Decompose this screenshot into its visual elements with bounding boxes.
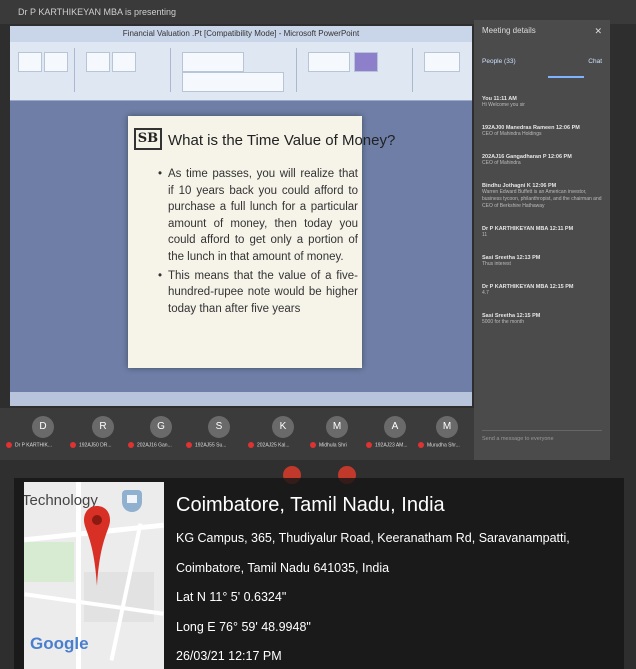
chat-text: 4.7: [482, 290, 489, 296]
ribbon-group-slides: [80, 48, 171, 92]
timestamp: 26/03/21 12:17 PM: [176, 649, 282, 664]
ppt-ribbon: [10, 42, 472, 101]
participant-avatar[interactable]: M: [436, 416, 458, 438]
mic-off-icon: [70, 442, 76, 448]
shapes-gallery[interactable]: [308, 52, 350, 72]
participant-label: 192AJ50 DR...: [70, 442, 112, 448]
participant-avatar[interactable]: M: [326, 416, 348, 438]
chat-list: You 11:11 AM Hi Welcome you sir 192AJ00 M…: [482, 96, 602, 342]
participant-label: 202AJ25 Kal...: [248, 442, 290, 448]
chat-input[interactable]: Send a message to everyone: [482, 430, 602, 447]
mic-off-icon: [310, 442, 316, 448]
participant-avatar[interactable]: G: [150, 416, 172, 438]
mic-off-icon: [366, 442, 372, 448]
photo-frame: Dr P KARTHIKEYAN MBA is presenting Finan…: [0, 0, 636, 669]
tab-people[interactable]: People (33): [482, 58, 516, 74]
chat-text: Warren Edward Buffett is an American inv…: [482, 189, 602, 209]
participant-label: Midhula Shri: [310, 442, 347, 448]
ribbon-group-editing: [418, 48, 468, 92]
participant-avatar[interactable]: K: [272, 416, 294, 438]
font-select[interactable]: [182, 52, 244, 72]
slide-title: What is the Time Value of Money?: [168, 132, 396, 149]
window-title: Dr P KARTHIKEYAN MBA is presenting: [18, 7, 177, 17]
university-icon: [122, 490, 142, 512]
chat-text: Thus interest: [482, 261, 511, 267]
mic-off-icon: [418, 442, 424, 448]
address-line-2: Coimbatore, Tamil Nadu 641035, India: [176, 560, 390, 575]
panel-tabs: People (33) Chat: [482, 58, 602, 74]
participant-avatar[interactable]: A: [384, 416, 406, 438]
chat-message: Sasi Sreetha 12:15 PM 5000 for the month: [482, 313, 602, 326]
participant-label: Murudha Shr...: [418, 442, 460, 448]
participant-avatar[interactable]: D: [32, 416, 54, 438]
slide-logo: SB: [134, 128, 162, 150]
slide: SB What is the Time Value of Money? As t…: [128, 116, 395, 368]
chat-message: 192AJ00 Manedras Rameen 12:06 PM CEO of M…: [482, 125, 602, 138]
mic-off-icon: [128, 442, 134, 448]
google-logo: Google: [30, 634, 89, 653]
layout-button[interactable]: [112, 52, 136, 72]
latitude: Lat N 11° 5' 0.6324": [176, 590, 287, 605]
mic-off-icon: [248, 442, 254, 448]
quick-styles-button[interactable]: [354, 52, 378, 72]
participant-label: Dr P KARTHIK...: [6, 442, 52, 448]
mic-off-icon: [186, 442, 192, 448]
participant-avatar[interactable]: S: [208, 416, 230, 438]
participant-strip: D Dr P KARTHIK... R 192AJ50 DR... G 202A…: [0, 408, 474, 460]
ribbon-group-clipboard: [14, 48, 75, 92]
geotag-overlay: Technology Google Coimbatore, Tamil Nadu…: [14, 478, 624, 669]
chat-text: 11: [482, 232, 488, 238]
paste-button[interactable]: [18, 52, 42, 72]
chat-message: Dr P KARTHIKEYAN MBA 12:11 PM 11: [482, 226, 602, 239]
location-city: Coimbatore, Tamil Nadu, India: [176, 494, 445, 516]
cut-button[interactable]: [44, 52, 68, 72]
chat-text: 5000 for the month: [482, 319, 524, 325]
chat-message: Sasi Sreetha 12:13 PM Thus interest: [482, 255, 602, 268]
close-icon[interactable]: ✕: [594, 26, 602, 37]
tab-chat[interactable]: Chat: [588, 58, 602, 74]
slide-bullets: As time passes, you will realize that if…: [158, 166, 358, 319]
longitude: Long E 76° 59' 48.9948": [176, 619, 311, 634]
mic-off-icon: [6, 442, 12, 448]
find-button[interactable]: [424, 52, 460, 72]
participant-label: 192AJ23 AM...: [366, 442, 408, 448]
chat-text: CEO of Mahindra Holdings: [482, 131, 542, 137]
address-line-1: KG Campus, 365, Thudiyalur Road, Keerana…: [176, 531, 570, 545]
ppt-title-bar: Financial Valuation .Pt [Compatibility M…: [10, 26, 472, 42]
participant-label: 192AJ55 Su...: [186, 442, 226, 448]
ribbon-group-drawing: [302, 48, 413, 92]
participant-avatar[interactable]: R: [92, 416, 114, 438]
active-tab-indicator: [548, 76, 584, 78]
slide-bullet: As time passes, you will realize that if…: [158, 166, 358, 266]
participant-label: 202AJ16 Gan...: [128, 442, 172, 448]
map-park: [24, 542, 74, 582]
geotag-text: Coimbatore, Tamil Nadu, India KG Campus,…: [176, 494, 570, 669]
chat-text: CEO of Mahindra: [482, 160, 521, 166]
panel-title: Meeting details: [482, 26, 536, 35]
chat-text: Hi Welcome you sir: [482, 102, 525, 108]
location-map: Technology Google: [24, 482, 164, 669]
ribbon-group-font: [176, 48, 297, 92]
chat-message: You 11:11 AM Hi Welcome you sir: [482, 96, 602, 109]
ppt-status-bar: [10, 392, 472, 406]
chat-message: 202AJ16 Gangadharan P 12:06 PM CEO of Mah…: [482, 154, 602, 167]
slide-bullet: This means that the value of a five-hund…: [158, 268, 358, 318]
meeting-details-panel: Meeting details ✕ People (33) Chat You 1…: [474, 20, 610, 470]
chat-message: Bindhu Jothagni K 12:06 PM Warren Edward …: [482, 183, 602, 210]
font-style-buttons[interactable]: [182, 72, 284, 92]
new-slide-button[interactable]: [86, 52, 110, 72]
location-pin-icon: [84, 506, 110, 586]
chat-message: Dr P KARTHIKEYAN MBA 12:15 PM 4.7: [482, 284, 602, 297]
